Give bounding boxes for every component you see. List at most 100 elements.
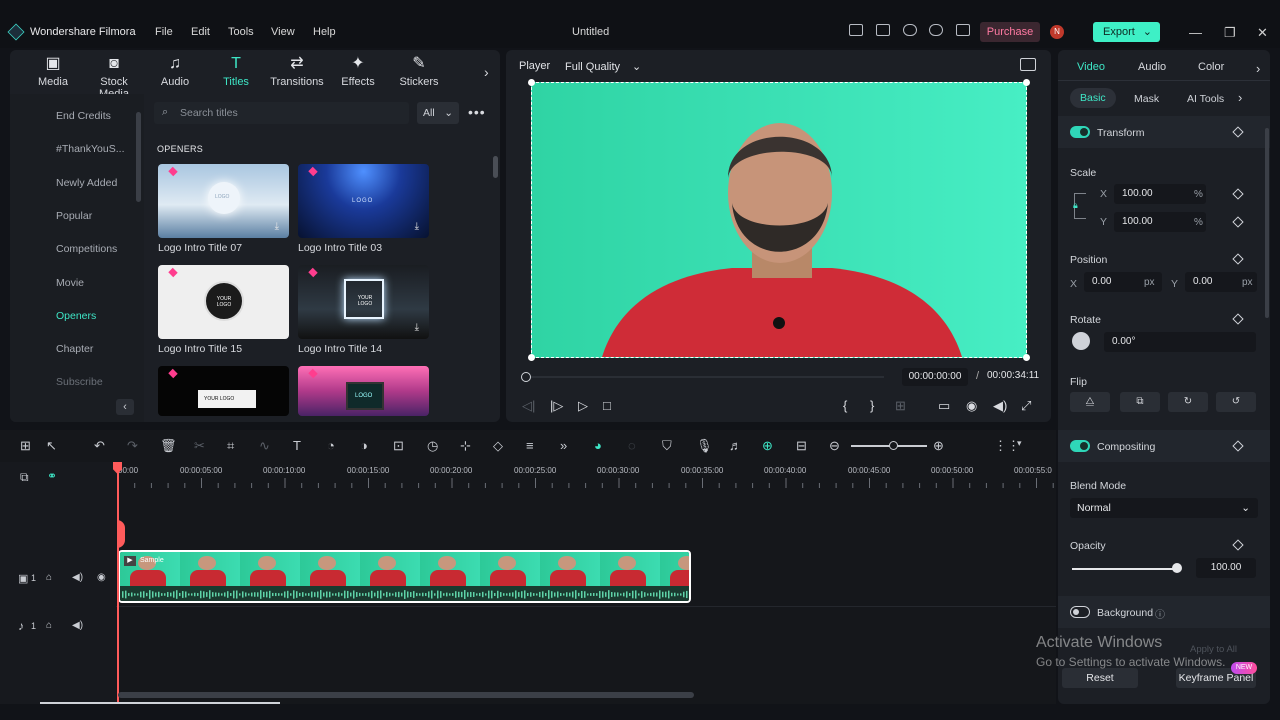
waveform-monitor-icon[interactable] bbox=[1020, 58, 1036, 71]
transform-toggle[interactable] bbox=[1070, 126, 1090, 138]
title-thumb-logo-intro-14[interactable]: YOUR LOGO ⤓ bbox=[298, 265, 429, 339]
download-icon[interactable]: ⤓ bbox=[415, 322, 419, 333]
rotate-dial[interactable] bbox=[1072, 332, 1090, 350]
background-toggle[interactable] bbox=[1070, 606, 1090, 618]
rotate-cw-button[interactable]: ↻ bbox=[1168, 392, 1208, 412]
title-thumb-logo-intro-03[interactable]: LOGO ⤓ bbox=[298, 164, 429, 238]
mark-out-icon[interactable]: } bbox=[870, 398, 874, 413]
render-icon[interactable]: ◌ bbox=[628, 438, 636, 453]
ai-copilot-icon[interactable]: ◕ bbox=[594, 438, 602, 453]
subtab-mask[interactable]: Mask bbox=[1134, 93, 1159, 105]
tab-transitions[interactable]: ⇄ Transitions bbox=[269, 56, 325, 89]
help-icon[interactable]: ⓘ bbox=[1155, 606, 1165, 621]
chevron-right-icon[interactable]: › bbox=[1238, 90, 1242, 105]
crop-icon[interactable]: ⌗ bbox=[227, 438, 234, 454]
rotate-field[interactable]: 0.00° bbox=[1104, 332, 1256, 352]
tab-audio[interactable]: Audio bbox=[1138, 61, 1166, 73]
lock-icon[interactable]: 🔒︎ bbox=[1073, 200, 1078, 211]
tab-media[interactable]: ▣ Media bbox=[25, 56, 81, 89]
save-icon[interactable] bbox=[876, 24, 890, 36]
menu-view[interactable]: View bbox=[271, 26, 295, 38]
keyframe-diamond-icon[interactable] bbox=[1232, 216, 1244, 228]
cut-icon[interactable]: ✂ bbox=[194, 438, 205, 454]
sidebar-item-end-credits[interactable]: End Credits bbox=[56, 110, 111, 122]
restore-icon[interactable]: ❐ bbox=[1224, 25, 1236, 41]
sidebar-item-openers[interactable]: Openers bbox=[56, 310, 96, 322]
tab-stickers[interactable]: ✎ Stickers bbox=[391, 56, 447, 89]
timeline-scrollbar[interactable] bbox=[118, 692, 694, 698]
zoom-out-icon[interactable]: ⊖ bbox=[829, 438, 840, 454]
video-clip[interactable]: ▶ Sample bbox=[118, 550, 691, 603]
video-preview[interactable] bbox=[528, 79, 1030, 361]
color-icon[interactable]: ◑ bbox=[360, 438, 368, 453]
playback-scrubber[interactable] bbox=[521, 372, 531, 382]
sidebar-item-subscribe[interactable]: Subscribe bbox=[56, 376, 103, 388]
snap-icon[interactable]: ⊕ bbox=[762, 438, 773, 454]
volume-icon[interactable]: ◀) bbox=[993, 398, 1007, 414]
sidebar-item-thankyou[interactable]: #ThankYouS... bbox=[56, 143, 125, 155]
stabilize-icon[interactable]: ⊡ bbox=[393, 438, 404, 454]
more-tools-icon[interactable]: » bbox=[560, 438, 567, 453]
zoom-in-icon[interactable]: ⊕ bbox=[933, 438, 944, 454]
keyframe-diamond-icon[interactable] bbox=[1232, 539, 1244, 551]
undo-icon[interactable]: ↶ bbox=[94, 438, 105, 454]
download-icon[interactable]: ⤓ bbox=[415, 221, 419, 232]
tab-color[interactable]: Color bbox=[1198, 61, 1224, 73]
menu-edit[interactable]: Edit bbox=[191, 26, 210, 38]
fit-icon[interactable]: ⊟ bbox=[796, 438, 807, 454]
filter-dropdown[interactable]: All ⌄ bbox=[417, 102, 459, 124]
compositing-toggle[interactable] bbox=[1070, 440, 1090, 452]
tab-effects[interactable]: ✦ Effects bbox=[330, 56, 386, 89]
title-thumb-opener-06[interactable]: LOGO bbox=[298, 366, 429, 416]
mute-icon[interactable]: ◀) bbox=[72, 572, 83, 583]
folder-icon[interactable]: ⌂ bbox=[46, 572, 52, 583]
tab-video[interactable]: Video bbox=[1077, 61, 1105, 73]
redo-icon[interactable]: ↷ bbox=[127, 438, 138, 454]
search-input[interactable]: ⌕ Search titles bbox=[154, 102, 409, 124]
adjust-icon[interactable]: ≡ bbox=[526, 438, 534, 453]
cloud-icon[interactable] bbox=[903, 24, 917, 36]
opacity-slider-knob[interactable] bbox=[1172, 563, 1182, 573]
link-icon[interactable]: ⚭ bbox=[47, 469, 57, 483]
sidebar-item-popular[interactable]: Popular bbox=[56, 210, 92, 222]
collapse-sidebar-icon[interactable]: ‹ bbox=[116, 399, 134, 415]
layout-grid-icon[interactable]: ⊞ bbox=[20, 438, 31, 454]
keyframe-diamond-icon[interactable] bbox=[1232, 188, 1244, 200]
text-icon[interactable]: T bbox=[293, 438, 301, 453]
keyframe-icon[interactable]: ◇ bbox=[493, 438, 503, 454]
timer-icon[interactable]: ◷ bbox=[427, 438, 438, 454]
flip-horizontal-button[interactable]: ⧋ bbox=[1070, 392, 1110, 412]
play-icon[interactable]: ▷ bbox=[578, 398, 588, 414]
chevron-right-icon[interactable]: › bbox=[1256, 61, 1260, 76]
menu-help[interactable]: Help bbox=[313, 26, 336, 38]
library-scrollbar[interactable] bbox=[493, 156, 498, 178]
quality-dropdown[interactable]: Full Quality ⌄ bbox=[565, 60, 641, 73]
playhead-line[interactable] bbox=[117, 462, 119, 702]
apps-grid-icon[interactable] bbox=[956, 24, 970, 36]
avatar[interactable]: N bbox=[1050, 25, 1064, 39]
add-track-icon[interactable]: ⧉ bbox=[20, 470, 29, 485]
sidebar-item-movie[interactable]: Movie bbox=[56, 277, 84, 289]
folder-icon[interactable]: ⌂ bbox=[46, 620, 52, 631]
eye-icon[interactable]: ◉ bbox=[97, 572, 106, 583]
menu-file[interactable]: File bbox=[155, 26, 173, 38]
title-thumb-logo-intro-07[interactable]: LOGO ⤓ bbox=[158, 164, 289, 238]
snapshot-icon[interactable]: ◉ bbox=[966, 398, 977, 414]
chevron-right-icon[interactable]: › bbox=[484, 64, 489, 80]
keyframe-diamond-icon[interactable] bbox=[1232, 253, 1244, 265]
purchase-button[interactable]: Purchase bbox=[980, 22, 1040, 42]
minimize-icon[interactable]: — bbox=[1189, 25, 1202, 40]
speed-icon[interactable]: ◔ bbox=[327, 438, 335, 453]
layout-icon[interactable] bbox=[849, 24, 863, 36]
rotate-ccw-button[interactable]: ↺ bbox=[1216, 392, 1256, 412]
mute-icon[interactable]: ◀) bbox=[72, 620, 83, 631]
download-icon[interactable]: ⤓ bbox=[275, 221, 279, 232]
sidebar-item-competitions[interactable]: Competitions bbox=[56, 243, 117, 255]
stop-icon[interactable]: □ bbox=[603, 398, 611, 413]
sidebar-scrollbar[interactable] bbox=[136, 112, 141, 202]
more-options-icon[interactable]: ••• bbox=[468, 104, 486, 120]
scale-y-field[interactable]: 100.00 bbox=[1114, 212, 1206, 232]
inspector-scrollbar[interactable] bbox=[1265, 128, 1269, 318]
blend-mode-dropdown[interactable]: Normal ⌄ bbox=[1070, 498, 1258, 518]
reset-button[interactable]: Reset bbox=[1062, 668, 1138, 688]
